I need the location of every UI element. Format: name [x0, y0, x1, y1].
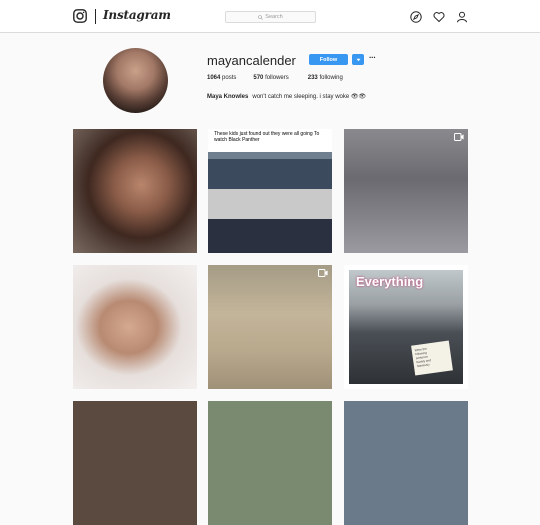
following-stat[interactable]: 233 following: [308, 75, 343, 81]
post-thumbnail[interactable]: [73, 265, 197, 389]
post-thumbnail[interactable]: [344, 401, 468, 525]
post-thumbnail[interactable]: Everything Wear the following sentence f…: [344, 265, 468, 389]
posts-stat: 1064 posts: [207, 75, 236, 81]
following-label: following: [319, 75, 343, 81]
more-options-button[interactable]: ···: [369, 54, 376, 62]
heart-icon[interactable]: [433, 11, 445, 23]
avatar: [103, 48, 168, 113]
posts-count: 1064: [207, 75, 221, 81]
bio-name: Maya Knowles: [207, 94, 249, 100]
search-icon: [258, 14, 263, 20]
video-icon: [318, 269, 328, 277]
profile-bio: Maya Knowles won't catch me sleeping. i s…: [207, 93, 366, 100]
posts-label: posts: [222, 75, 237, 81]
search-input[interactable]: Search: [225, 11, 316, 23]
post-thumbnail[interactable]: [344, 129, 468, 253]
search-placeholder: Search: [265, 14, 283, 20]
sign-text: Everything: [356, 274, 424, 289]
post-thumbnail[interactable]: These kids just found out they were all …: [208, 129, 332, 253]
instagram-wordmark[interactable]: Instagram: [103, 8, 171, 22]
post-caption-overlay: These kids just found out they were all …: [214, 131, 320, 143]
followers-label: followers: [265, 75, 289, 81]
follow-button[interactable]: Follow: [309, 54, 348, 65]
top-navigation-bar: Instagram Search: [0, 0, 540, 33]
logo-divider: [95, 9, 96, 24]
suggestions-dropdown-button[interactable]: [352, 54, 364, 65]
following-count: 233: [307, 75, 318, 81]
bio-text: won't catch me sleeping. i stay woke 👁👁: [252, 94, 367, 100]
profile-header: mayancalender Follow ··· 1064 posts 570 …: [0, 33, 540, 128]
chevron-down-icon: [356, 58, 360, 61]
post-thumbnail[interactable]: [208, 401, 332, 525]
post-image: Everything Wear the following sentence f…: [349, 270, 463, 384]
instagram-camera-icon[interactable]: [73, 9, 87, 23]
post-thumbnail[interactable]: [208, 265, 332, 389]
compass-icon[interactable]: [410, 11, 422, 23]
post-thumbnail[interactable]: [73, 129, 197, 253]
followers-count: 570: [253, 75, 264, 81]
video-icon: [454, 133, 464, 141]
profile-stats: 1064 posts 570 followers 233 following: [207, 75, 360, 81]
profile-username: mayancalender: [207, 53, 296, 68]
post-thumbnail[interactable]: [73, 401, 197, 525]
tea-tag-card: Wear the following sentence frankly and …: [411, 340, 453, 376]
profile-icon[interactable]: [456, 11, 468, 23]
followers-stat[interactable]: 570 followers: [253, 75, 288, 81]
